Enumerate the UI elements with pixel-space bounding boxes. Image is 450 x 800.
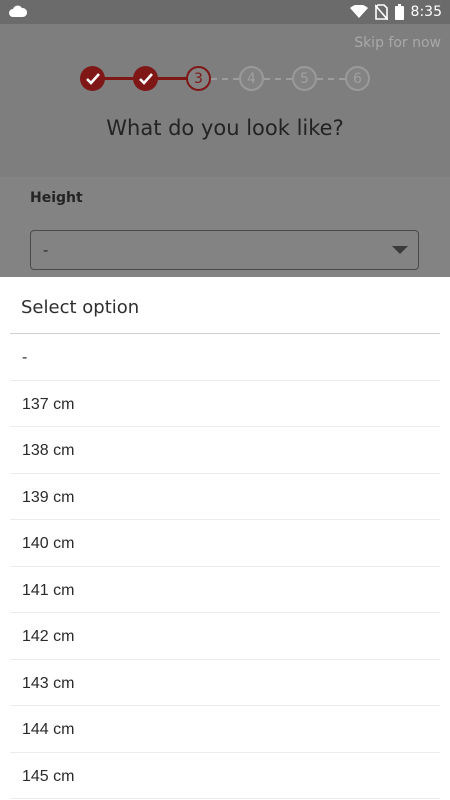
option-label: 139 cm <box>22 488 75 506</box>
checkmark-icon <box>138 72 153 85</box>
progress-stepper: 3 4 5 6 <box>0 60 450 100</box>
option-label: 137 cm <box>22 395 75 413</box>
status-time: 8:35 <box>410 4 442 20</box>
option-list: - 137 cm 138 cm 139 cm 140 cm 141 cm 142… <box>10 334 440 799</box>
height-select[interactable]: - <box>30 230 419 270</box>
step-connector <box>211 78 239 80</box>
wifi-icon <box>349 5 368 18</box>
battery-icon <box>394 4 404 20</box>
height-label: Height <box>30 190 83 206</box>
select-option-sheet: Select option - 137 cm 138 cm 139 cm 140… <box>0 277 450 800</box>
step-3: 3 <box>186 66 211 91</box>
option-label: 142 cm <box>22 628 75 645</box>
height-select-value: - <box>43 242 49 259</box>
option-item[interactable]: 143 cm <box>10 660 440 706</box>
option-item[interactable]: 145 cm <box>10 753 440 799</box>
cloud-icon <box>9 5 27 17</box>
option-label: - <box>22 349 28 366</box>
option-item[interactable]: 137 cm <box>10 381 440 427</box>
option-label: 140 cm <box>22 535 75 552</box>
option-label: 143 cm <box>22 674 75 692</box>
option-item[interactable]: 140 cm <box>10 520 440 567</box>
step-5: 5 <box>292 66 317 91</box>
option-item[interactable]: 139 cm <box>10 474 440 520</box>
option-item[interactable]: 138 cm <box>10 427 440 474</box>
step-connector <box>104 77 134 80</box>
step-4: 4 <box>239 66 264 91</box>
option-item[interactable]: 141 cm <box>10 567 440 613</box>
sheet-title: Select option <box>21 297 140 318</box>
step-connector <box>157 77 187 80</box>
option-item[interactable]: - <box>10 334 440 381</box>
skip-button[interactable]: Skip for now <box>354 35 441 51</box>
option-item[interactable]: 142 cm <box>10 613 440 660</box>
option-label: 138 cm <box>22 442 75 459</box>
status-icons: 8:35 <box>349 2 442 22</box>
no-sim-icon <box>374 4 388 20</box>
step-2 <box>133 66 158 91</box>
option-label: 141 cm <box>22 581 75 599</box>
step-1 <box>80 66 105 91</box>
status-bar: 8:35 <box>0 0 450 24</box>
checkmark-icon <box>85 72 100 85</box>
dropdown-caret-icon <box>392 246 408 254</box>
step-6: 6 <box>345 66 370 91</box>
page-title: What do you look like? <box>106 116 344 140</box>
step-connector <box>317 78 345 80</box>
step-connector <box>264 78 292 80</box>
option-label: 144 cm <box>22 721 75 738</box>
option-item[interactable]: 144 cm <box>10 706 440 753</box>
option-label: 145 cm <box>22 767 75 785</box>
